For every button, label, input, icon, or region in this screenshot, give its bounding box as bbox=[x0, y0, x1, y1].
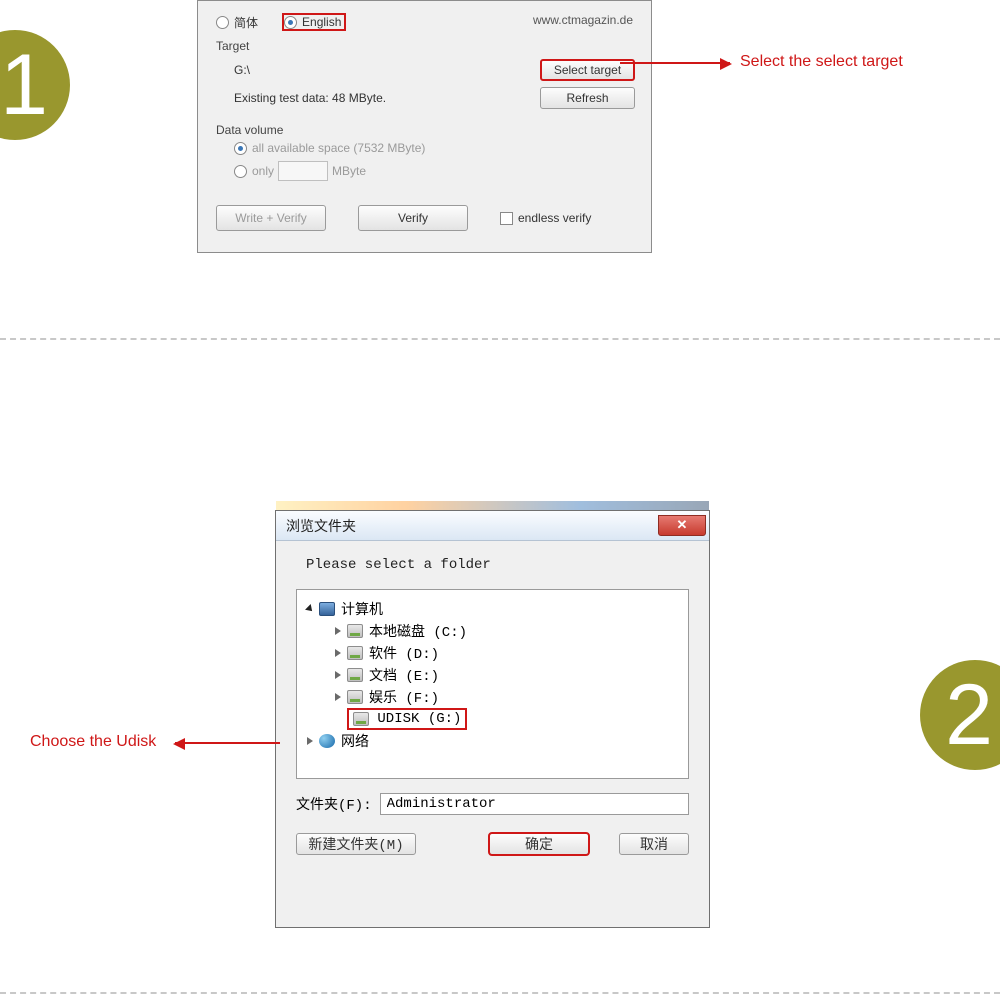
target-section-label: Target bbox=[216, 39, 635, 53]
data-volume-only-input[interactable] bbox=[278, 161, 328, 181]
radio-icon bbox=[234, 165, 247, 178]
dialog-titlebar: 浏览文件夹 ✕ bbox=[276, 511, 709, 541]
checkbox-icon bbox=[500, 212, 513, 225]
tree-node-drive[interactable]: 软件 (D:) bbox=[335, 642, 678, 664]
data-volume-all-label: all available space (7532 MByte) bbox=[252, 141, 425, 155]
drive-icon bbox=[347, 646, 363, 660]
tree-node-network[interactable]: 网络 bbox=[307, 730, 678, 752]
radio-icon bbox=[216, 16, 229, 29]
tree-label: 文档 (E:) bbox=[369, 665, 439, 685]
data-volume-section-label: Data volume bbox=[216, 123, 635, 137]
expand-icon bbox=[335, 671, 341, 679]
drive-icon bbox=[347, 690, 363, 704]
close-icon: ✕ bbox=[677, 518, 688, 533]
expand-icon bbox=[307, 737, 313, 745]
annotation-text: Select the select target bbox=[740, 53, 903, 71]
target-path: G:\ bbox=[234, 63, 250, 77]
step-badge-2: 2 bbox=[920, 660, 1000, 770]
data-volume-radio-only[interactable]: only MByte bbox=[234, 161, 635, 181]
tree-label: UDISK (G:) bbox=[377, 711, 461, 727]
tree-label: 本地磁盘 (C:) bbox=[369, 621, 467, 641]
language-label-en: English bbox=[302, 15, 341, 29]
language-radio-en[interactable]: English bbox=[282, 13, 346, 31]
step-badge-1: 1 bbox=[0, 30, 70, 140]
endless-verify-label: endless verify bbox=[518, 211, 591, 225]
write-verify-button[interactable]: Write + Verify bbox=[216, 205, 326, 231]
data-volume-radio-all[interactable]: all available space (7532 MByte) bbox=[234, 141, 635, 155]
dialog-prompt: Please select a folder bbox=[306, 557, 689, 573]
ok-button[interactable]: 确定 bbox=[489, 833, 589, 855]
language-label-cn: 简体 bbox=[234, 14, 258, 31]
refresh-button[interactable]: Refresh bbox=[540, 87, 635, 109]
drive-icon bbox=[353, 712, 369, 726]
verify-button[interactable]: Verify bbox=[358, 205, 468, 231]
tree-label: 娱乐 (F:) bbox=[369, 687, 439, 707]
radio-icon bbox=[284, 16, 297, 29]
tree-node-computer[interactable]: 计算机 bbox=[307, 598, 678, 620]
annotation-arrow bbox=[620, 62, 730, 64]
browse-folder-dialog: 浏览文件夹 ✕ Please select a folder 计算机 本地磁盘 … bbox=[275, 510, 710, 928]
language-radio-cn[interactable]: 简体 bbox=[216, 14, 258, 31]
drive-icon bbox=[347, 624, 363, 638]
folder-field-label: 文件夹(F): bbox=[296, 794, 372, 814]
computer-icon bbox=[319, 602, 335, 616]
tree-label: 网络 bbox=[341, 731, 369, 751]
tree-label: 计算机 bbox=[341, 599, 383, 619]
expand-icon bbox=[305, 604, 315, 614]
h2testw-dialog: 简体 English www.ctmagazin.de Target G:\ S… bbox=[197, 0, 652, 253]
annotation-text: Choose the Udisk bbox=[30, 733, 156, 751]
data-volume-only-label: only bbox=[252, 164, 274, 178]
close-button[interactable]: ✕ bbox=[658, 515, 706, 536]
cancel-button[interactable]: 取消 bbox=[619, 833, 689, 855]
folder-tree[interactable]: 计算机 本地磁盘 (C:) 软件 (D:) 文档 (E:) 娱乐 (F:) bbox=[296, 589, 689, 779]
data-volume-unit-label: MByte bbox=[332, 164, 366, 178]
dialog-title: 浏览文件夹 bbox=[286, 516, 356, 536]
expand-icon bbox=[335, 649, 341, 657]
website-label: www.ctmagazin.de bbox=[533, 13, 633, 27]
step-separator bbox=[0, 992, 1000, 994]
tree-node-drive[interactable]: 娱乐 (F:) bbox=[335, 686, 678, 708]
tree-node-drive[interactable]: 文档 (E:) bbox=[335, 664, 678, 686]
endless-verify-checkbox[interactable]: endless verify bbox=[500, 211, 591, 225]
expand-icon bbox=[335, 627, 341, 635]
new-folder-button[interactable]: 新建文件夹(M) bbox=[296, 833, 416, 855]
tree-node-udisk[interactable]: UDISK (G:) bbox=[335, 708, 678, 730]
radio-icon bbox=[234, 142, 247, 155]
existing-test-data-label: Existing test data: 48 MByte. bbox=[234, 91, 386, 105]
drive-icon bbox=[347, 668, 363, 682]
step-separator bbox=[0, 338, 1000, 340]
annotation-arrow bbox=[175, 742, 280, 744]
tree-node-drive[interactable]: 本地磁盘 (C:) bbox=[335, 620, 678, 642]
network-icon bbox=[319, 734, 335, 748]
expand-icon bbox=[335, 693, 341, 701]
folder-field-input[interactable] bbox=[380, 793, 689, 815]
tree-label: 软件 (D:) bbox=[369, 643, 439, 663]
